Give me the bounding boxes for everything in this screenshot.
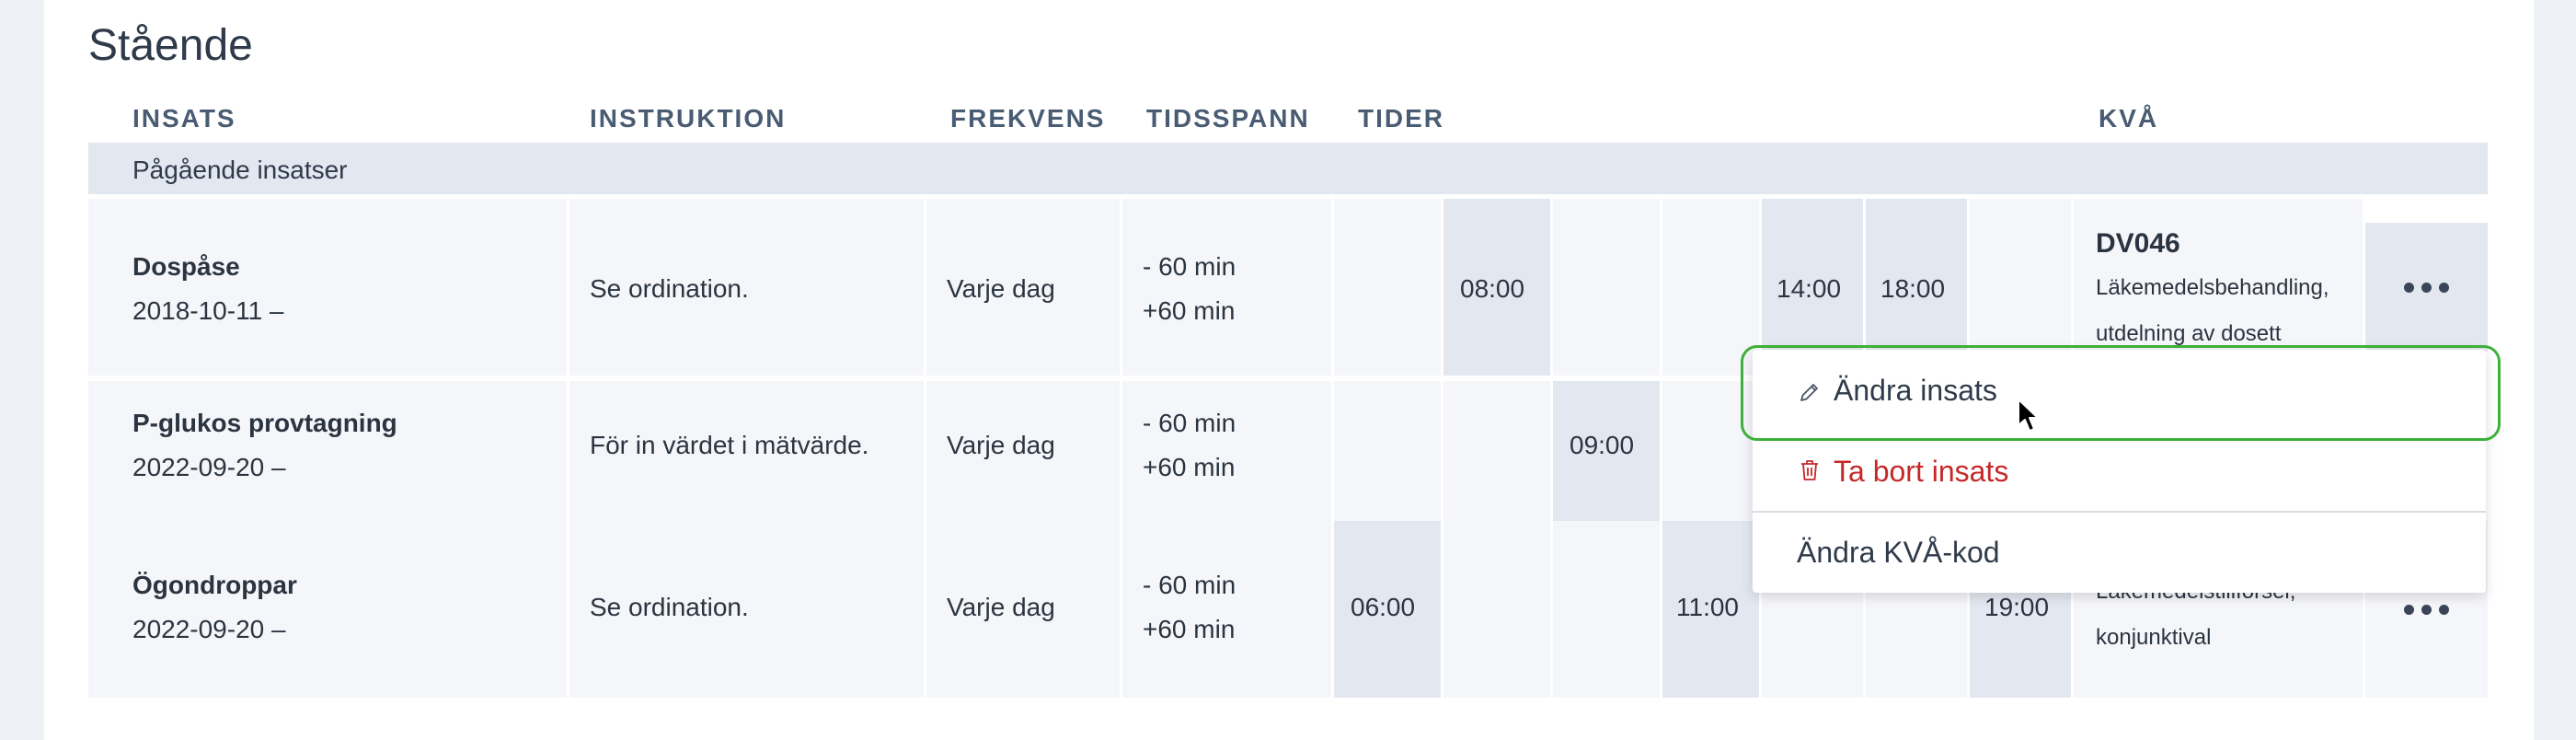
column-header-tider: TIDER	[1358, 104, 1444, 133]
column-header-tidsspann: TIDSSPANN	[1146, 104, 1310, 133]
menu-item-delete-insats[interactable]: Ta bort insats	[1753, 431, 2486, 512]
insats-cell: Ögondroppar 2022-09-20 –	[88, 521, 567, 698]
time-value: 08:00	[1460, 274, 1525, 303]
insats-date: 2022-09-20 –	[132, 615, 286, 643]
focus-highlight	[1741, 345, 2501, 441]
trash-icon	[1801, 460, 1818, 480]
time-slot-11	[1662, 199, 1759, 376]
span-after: +60 min	[1143, 615, 1236, 643]
time-value: 19:00	[1984, 593, 2050, 621]
insats-date: 2018-10-11 –	[132, 296, 284, 325]
menu-divider	[1753, 511, 2486, 513]
section-title: Stående	[88, 21, 253, 70]
instruktion-cell: Se ordination.	[569, 521, 924, 698]
group-label: Pågående insatser	[132, 156, 348, 184]
time-value: 18:00	[1880, 274, 1946, 303]
column-header-kva: KVÅ	[2099, 104, 2159, 133]
kva-description: konjunktival	[2096, 625, 2212, 650]
frekvens-cell: Varje dag	[926, 199, 1120, 376]
column-header-frekvens: FREKVENS	[950, 104, 1106, 133]
frequency-text: Varje dag	[947, 274, 1055, 303]
time-slot-11: 11:00	[1662, 521, 1759, 698]
span-before: - 60 min	[1143, 409, 1236, 437]
time-slot-09	[1553, 521, 1660, 698]
time-slot-09	[1553, 199, 1660, 376]
time-value: 09:00	[1570, 431, 1635, 459]
insats-date: 2022-09-20 –	[132, 453, 286, 481]
row-actions-button[interactable]	[2365, 223, 2488, 352]
span-after: +60 min	[1143, 453, 1236, 481]
span-after: +60 min	[1143, 296, 1236, 325]
time-value: 14:00	[1777, 274, 1842, 303]
time-slot-08: 08:00	[1443, 199, 1550, 376]
menu-item-label: Ta bort insats	[1834, 455, 2009, 488]
menu-item-label: Ändra KVÅ-kod	[1797, 536, 2000, 569]
insats-name: P-glukos provtagning	[132, 409, 397, 437]
group-row: Pågående insatser	[88, 143, 2488, 194]
span-before: - 60 min	[1143, 252, 1236, 281]
instruction-text: Se ordination.	[590, 593, 749, 621]
time-value: 06:00	[1351, 593, 1416, 621]
insats-cell: Dospåse 2018-10-11 –	[88, 199, 567, 376]
instruktion-cell: Se ordination.	[569, 199, 924, 376]
time-slot-06: 06:00	[1334, 521, 1441, 698]
insats-name: Ögondroppar	[132, 571, 297, 599]
frequency-text: Varje dag	[947, 593, 1055, 621]
tidsspann-cell: - 60 min +60 min	[1122, 199, 1331, 376]
time-slot-06	[1334, 199, 1441, 376]
kva-code: DV046	[2096, 228, 2180, 259]
span-before: - 60 min	[1143, 571, 1236, 599]
column-header-instruktion: INSTRUKTION	[590, 104, 787, 133]
time-value: 11:00	[1676, 593, 1739, 621]
frequency-text: Varje dag	[947, 431, 1055, 459]
kva-description: Läkemedelsbehandling,	[2096, 275, 2329, 300]
insats-name: Dospåse	[132, 252, 240, 281]
instruction-text: För in värdet i mätvärde.	[590, 431, 869, 459]
menu-item-change-kva[interactable]: Ändra KVÅ-kod	[1753, 514, 2486, 595]
tidsspann-cell: - 60 min +60 min	[1122, 521, 1331, 698]
instruction-text: Se ordination.	[590, 274, 749, 303]
frekvens-cell: Varje dag	[926, 521, 1120, 698]
time-slot-08	[1443, 521, 1550, 698]
mouse-cursor-icon	[2018, 399, 2039, 432]
column-header-insats: INSATS	[132, 104, 236, 133]
